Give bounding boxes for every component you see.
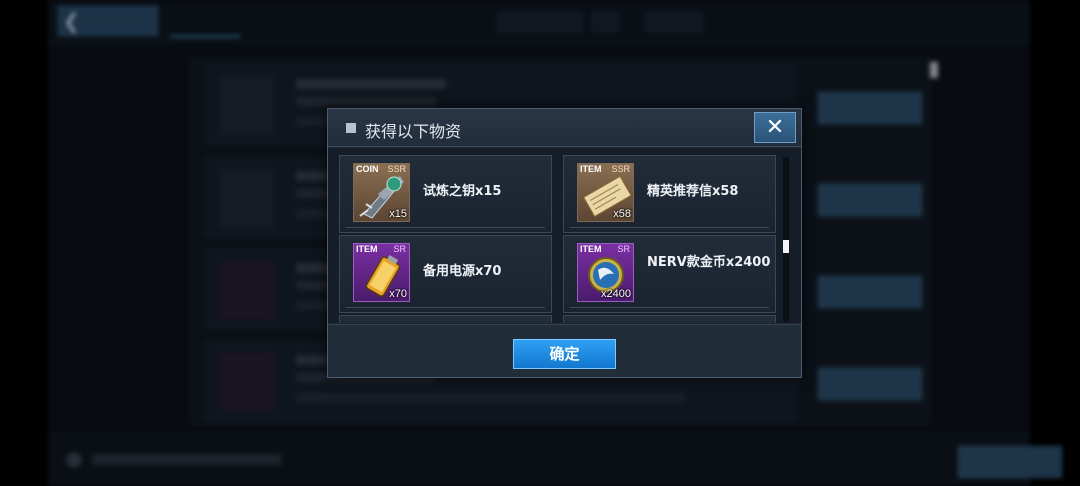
- key-icon: COIN SSR x15: [353, 163, 410, 222]
- reward-item: ITEM SSR x58 精英推荐信x58: [563, 155, 776, 233]
- reward-list: COIN SSR x15 试炼之钥x15 ITEM SSR x58 精英推荐信x…: [328, 148, 801, 323]
- close-button[interactable]: ✕: [754, 112, 796, 143]
- reward-item: [339, 315, 552, 323]
- battery-icon: ITEM SR x70: [353, 243, 410, 302]
- item-name: NERV款金币x2400: [647, 255, 771, 270]
- item-name: 备用电源x70: [423, 264, 502, 279]
- item-name: 试炼之钥x15: [423, 184, 502, 199]
- reward-dialog: 获得以下物资 ✕ COIN SSR x15 试炼之钥x15 ITEM SSR x…: [327, 108, 802, 378]
- reward-item: ITEM SR x70 备用电源x70: [339, 235, 552, 313]
- dialog-footer: 确定: [328, 324, 801, 377]
- dialog-title: 获得以下物资: [365, 122, 462, 141]
- letter-icon: ITEM SSR x58: [577, 163, 634, 222]
- confirm-button[interactable]: 确定: [513, 339, 616, 369]
- square-bullet-icon: [346, 123, 356, 133]
- reward-item: [563, 315, 776, 323]
- scrollbar-thumb[interactable]: [783, 240, 789, 253]
- item-name: 精英推荐信x58: [647, 184, 739, 199]
- reward-item: COIN SSR x15 试炼之钥x15: [339, 155, 552, 233]
- nerv-coin-icon: ITEM SR x2400: [577, 243, 634, 302]
- dialog-header: 获得以下物资 ✕: [328, 109, 801, 147]
- reward-item: ITEM SR x2400 NERV款金币x2400: [563, 235, 776, 313]
- game-screen: ❮ 获得以下物资 ✕ COIN SSR x15 试炼之钥x15 ITEM SSR…: [0, 0, 1080, 486]
